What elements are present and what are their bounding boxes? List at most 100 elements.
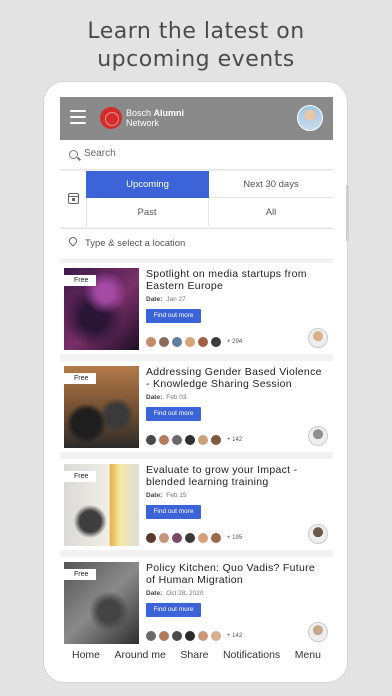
event-image: Free (64, 562, 139, 644)
event-image: Free (64, 464, 139, 546)
attendee-avatar (211, 533, 221, 543)
attendee-avatar (185, 337, 195, 347)
date-value: Feb 03 (166, 394, 187, 401)
attendee-avatar (146, 631, 156, 641)
promo-line-2: upcoming events (97, 47, 295, 72)
attendee-avatar (185, 631, 195, 641)
search-bar (60, 140, 333, 170)
tab-next-30-days[interactable]: Next 30 days (209, 171, 333, 198)
attendee-count: + 142 (227, 437, 243, 443)
search-input[interactable] (84, 148, 304, 159)
date-filter: Upcoming Next 30 days Past All (60, 171, 333, 227)
event-title[interactable]: Addressing Gender Based Violence - Knowl… (146, 366, 326, 390)
attendee-count: + 142 (227, 633, 243, 639)
location-selector[interactable]: Type & select a location (60, 228, 333, 258)
phone-frame: Bosch Alumni Network Upcoming Next 30 da… (44, 82, 347, 682)
find-out-more-button[interactable]: Find out more (146, 603, 201, 617)
attendee-avatar (146, 533, 156, 543)
event-title[interactable]: Spotlight on media startups from Eastern… (146, 268, 326, 292)
attendee-avatars: + 195 (146, 532, 242, 544)
find-out-more-button[interactable]: Find out more (146, 309, 201, 323)
date-label: Date: (146, 296, 163, 303)
attendee-avatars: + 294 (146, 336, 242, 348)
event-card[interactable]: Free Addressing Gender Based Violence - … (60, 361, 333, 452)
attendee-avatar (211, 631, 221, 641)
event-image: Free (64, 268, 139, 350)
app-screen: Bosch Alumni Network Upcoming Next 30 da… (60, 97, 333, 667)
free-badge: Free (64, 275, 97, 286)
attendee-avatar (185, 435, 195, 445)
attendee-count: + 195 (227, 535, 243, 541)
bottom-navigation: Home Around me Share Notifications Menu (60, 644, 333, 667)
attendee-avatar (172, 337, 182, 347)
date-value: Oct 28, 2020 (166, 590, 204, 597)
attendee-avatar (211, 435, 221, 445)
nav-menu[interactable]: Menu (295, 644, 321, 667)
attendee-avatar (159, 631, 169, 641)
brand-line-2: Network (126, 118, 160, 128)
event-date: Date: Oct 28, 2020 (146, 590, 204, 597)
attendee-avatar (159, 435, 169, 445)
find-out-more-button[interactable]: Find out more (146, 505, 201, 519)
event-title[interactable]: Policy Kitchen: Quo Vadis? Future of Hum… (146, 562, 326, 586)
brand-bold: Alumni (153, 108, 185, 118)
date-value: Jan 27 (166, 296, 186, 303)
event-card[interactable]: Free Policy Kitchen: Quo Vadis? Future o… (60, 557, 333, 648)
event-title[interactable]: Evaluate to grow your Impact - blended l… (146, 464, 326, 488)
attendee-avatar (146, 435, 156, 445)
attendee-avatar (211, 337, 221, 347)
location-placeholder: Type & select a location (85, 238, 186, 249)
promo-line-1: Learn the latest on (87, 19, 305, 44)
event-date: Date: Feb 15 (146, 492, 187, 499)
phone-side-button (346, 185, 349, 241)
event-image: Free (64, 366, 139, 448)
host-avatar[interactable] (308, 426, 328, 446)
profile-avatar[interactable] (297, 105, 323, 131)
attendee-avatar (198, 631, 208, 641)
attendee-avatar (185, 533, 195, 543)
free-badge: Free (64, 373, 97, 384)
event-date: Date: Feb 03 (146, 394, 187, 401)
bosch-logo-icon (100, 107, 122, 129)
nav-around-me[interactable]: Around me (115, 644, 166, 667)
attendee-avatar (159, 337, 169, 347)
attendee-avatar (198, 435, 208, 445)
search-icon (69, 150, 78, 159)
free-badge: Free (64, 569, 97, 580)
tab-past[interactable]: Past (86, 199, 209, 226)
location-pin-icon (67, 235, 79, 247)
calendar-icon (68, 193, 79, 204)
nav-share[interactable]: Share (180, 644, 208, 667)
date-value: Feb 15 (166, 492, 187, 499)
attendee-avatars: + 142 (146, 434, 242, 446)
event-date: Date: Jan 27 (146, 296, 186, 303)
attendee-avatar (172, 631, 182, 641)
host-avatar[interactable] (308, 328, 328, 348)
host-avatar[interactable] (308, 524, 328, 544)
promo-headline: Learn the latest on upcoming events (0, 18, 392, 74)
tab-upcoming[interactable]: Upcoming (86, 171, 209, 198)
attendee-avatar (198, 337, 208, 347)
brand-line-1: Bosch (126, 108, 152, 118)
attendee-avatar (159, 533, 169, 543)
hamburger-menu-icon[interactable] (70, 110, 86, 124)
attendee-avatar (146, 337, 156, 347)
attendee-avatar (172, 533, 182, 543)
attendee-avatars: + 142 (146, 630, 242, 642)
date-label: Date: (146, 590, 163, 597)
host-avatar[interactable] (308, 622, 328, 642)
free-badge: Free (64, 471, 97, 482)
event-card[interactable]: Free Evaluate to grow your Impact - blen… (60, 459, 333, 550)
nav-notifications[interactable]: Notifications (223, 644, 280, 667)
attendee-avatar (198, 533, 208, 543)
app-header: Bosch Alumni Network (60, 97, 333, 140)
nav-home[interactable]: Home (72, 644, 100, 667)
tab-all[interactable]: All (209, 199, 333, 226)
date-label: Date: (146, 394, 163, 401)
event-card[interactable]: Free Spotlight on media startups from Ea… (60, 263, 333, 354)
attendee-count: + 294 (227, 339, 243, 345)
brand-name: Bosch Alumni Network (126, 108, 184, 128)
find-out-more-button[interactable]: Find out more (146, 407, 201, 421)
date-label: Date: (146, 492, 163, 499)
attendee-avatar (172, 435, 182, 445)
